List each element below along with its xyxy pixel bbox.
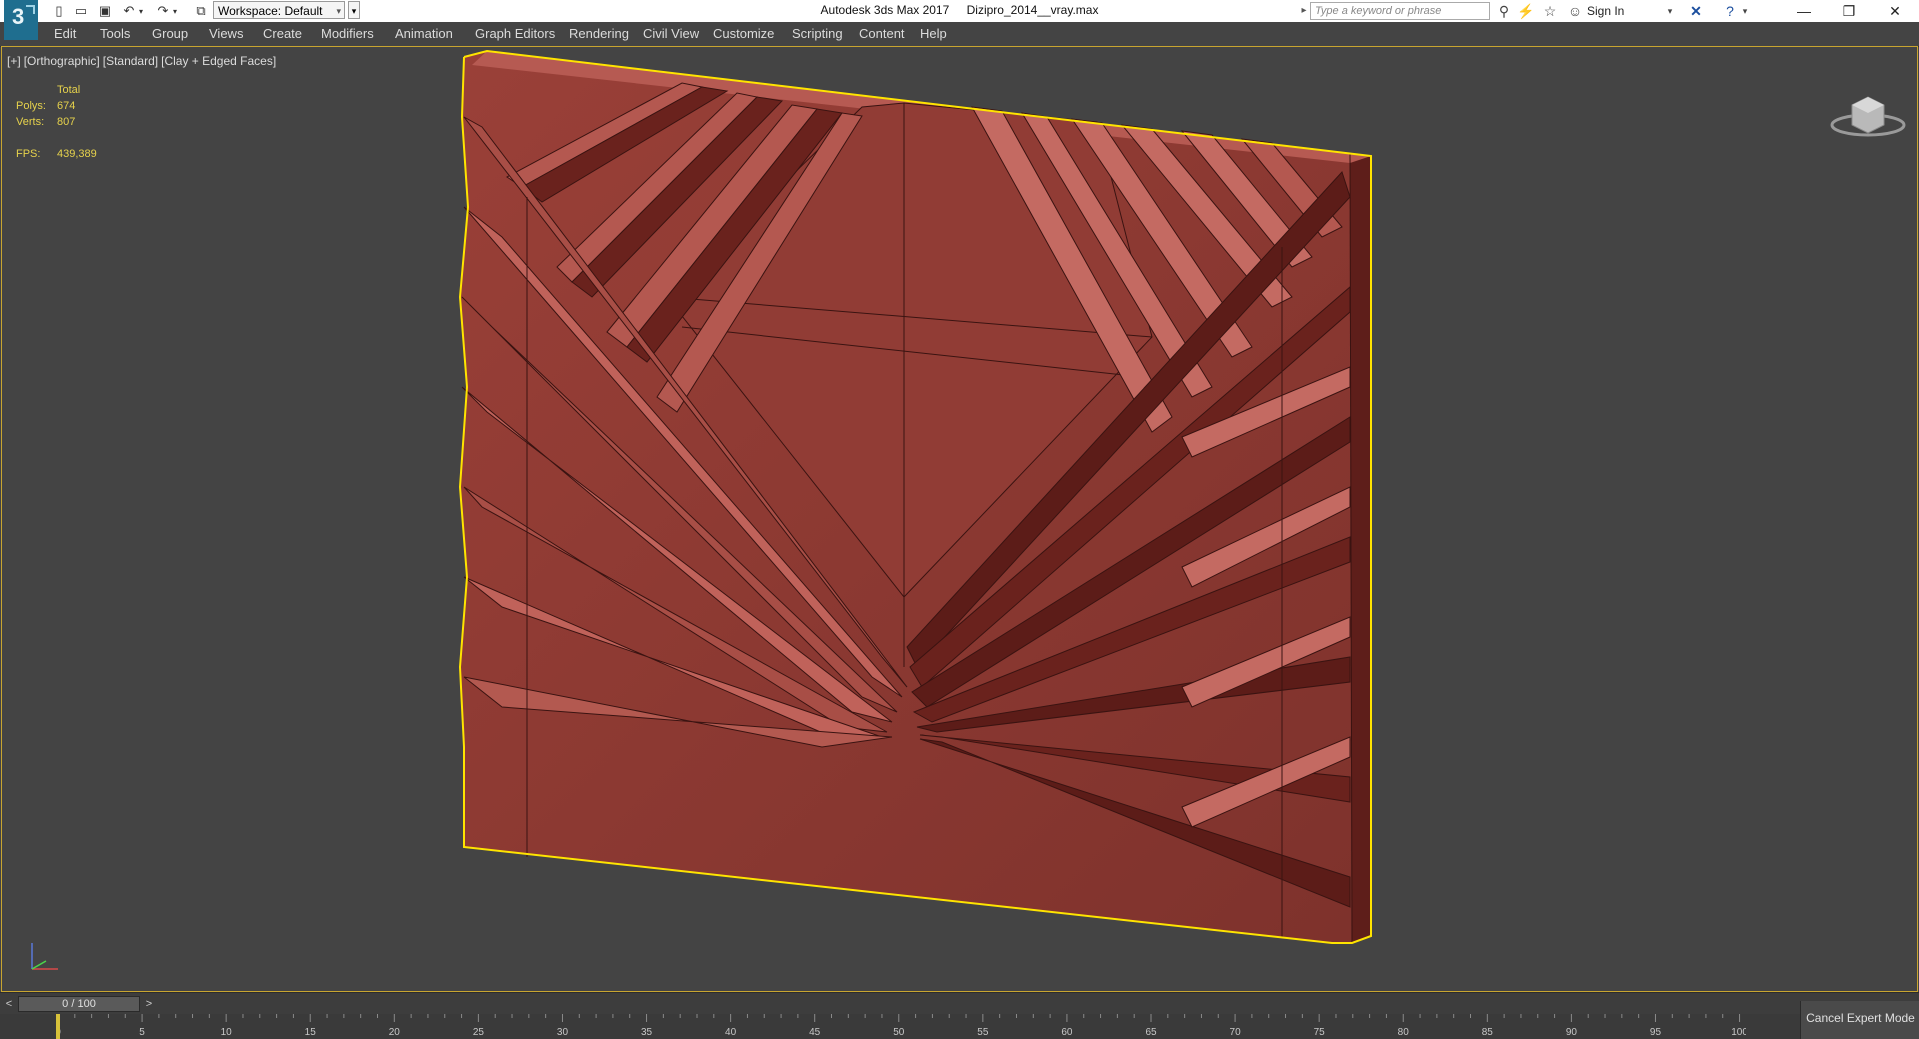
ruler-tick-label: 20 <box>389 1027 401 1038</box>
cancel-expert-mode-button[interactable]: Cancel Expert Mode <box>1800 1001 1919 1039</box>
ruler-tick-label: 15 <box>305 1027 317 1038</box>
time-slider-next-button[interactable]: > <box>142 996 156 1012</box>
ruler-tick-label: 55 <box>977 1027 989 1038</box>
menu-animation[interactable]: Animation <box>395 26 453 41</box>
menu-content[interactable]: Content <box>859 26 905 41</box>
sign-in-dropdown-icon[interactable]: ▾ <box>1665 2 1675 20</box>
ruler-tick-label: 90 <box>1566 1027 1578 1038</box>
menu-create[interactable]: Create <box>263 26 302 41</box>
sign-in-link[interactable]: Sign In <box>1587 4 1624 18</box>
app-title: Autodesk 3ds Max 2017 <box>820 3 950 17</box>
close-icon[interactable]: ✕ <box>1872 0 1918 22</box>
menu-edit[interactable]: Edit <box>54 26 76 41</box>
menu-group[interactable]: Group <box>152 26 188 41</box>
menu-modifiers[interactable]: Modifiers <box>321 26 374 41</box>
help-dropdown-icon[interactable]: ▾ <box>1740 2 1750 20</box>
search-expand-icon[interactable]: ▸ <box>1298 2 1310 20</box>
panel-side-face <box>1350 153 1371 943</box>
ruler-tick-label: 70 <box>1230 1027 1242 1038</box>
restore-icon[interactable]: ❐ <box>1826 0 1872 22</box>
ruler-tick-label: 75 <box>1314 1027 1326 1038</box>
title-bar: ▯ ▭ ▣ ↶ ▾ ↷ ▾ ⧉ Workspace: Default ▾ ▾ A… <box>0 0 1919 22</box>
menu-scripting[interactable]: Scripting <box>792 26 843 41</box>
menu-graph-editors[interactable]: Graph Editors <box>475 26 555 41</box>
help-icon[interactable]: ? <box>1720 2 1740 20</box>
ruler-tick-label: 5 <box>139 1027 145 1038</box>
ruler-tick-label: 80 <box>1398 1027 1410 1038</box>
minimize-icon[interactable]: — <box>1781 0 1827 22</box>
ruler-tick-label: 30 <box>557 1027 569 1038</box>
search-input[interactable]: Type a keyword or phrase <box>1310 2 1490 20</box>
ruler-tick-label: 45 <box>809 1027 821 1038</box>
logo-text: 3 <box>12 4 24 29</box>
binoculars-icon[interactable]: ⚲ <box>1494 2 1514 20</box>
current-frame-marker[interactable] <box>56 1014 60 1039</box>
exchange-apps-icon[interactable]: ✕ <box>1686 2 1706 20</box>
ruler-tick-label: 25 <box>473 1027 485 1038</box>
ruler-tick-label: 40 <box>725 1027 737 1038</box>
time-slider[interactable]: 0 / 100 <box>18 996 140 1012</box>
menu-bar: Edit Tools Group Views Create Modifiers … <box>0 22 1919 47</box>
favorites-star-icon[interactable]: ☆ <box>1540 2 1560 20</box>
communication-center-icon[interactable]: ⚡ <box>1516 2 1536 20</box>
menu-tools[interactable]: Tools <box>100 26 130 41</box>
user-icon: ☺ <box>1567 3 1583 19</box>
file-name: Dizipro_2014__vray.max <box>966 3 1099 17</box>
menu-civil-view[interactable]: Civil View <box>643 26 699 41</box>
menu-customize[interactable]: Customize <box>713 26 774 41</box>
panel-model[interactable] <box>2 47 1919 993</box>
perspective-viewport[interactable]: [+] [Orthographic] [Standard] [Clay + Edged… <box>1 46 1918 992</box>
menu-help[interactable]: Help <box>920 26 947 41</box>
ruler-tick-label: 95 <box>1650 1027 1662 1038</box>
axis-tripod-icon <box>31 943 58 970</box>
app-logo[interactable]: 3 <box>4 0 38 40</box>
time-slider-bar: < 0 / 100 > <box>0 992 1919 1015</box>
viewcube-icon[interactable] <box>1828 77 1908 147</box>
ruler-tick-label: 65 <box>1145 1027 1157 1038</box>
ruler-tick-label: 85 <box>1482 1027 1494 1038</box>
menu-rendering[interactable]: Rendering <box>569 26 629 41</box>
ruler-tick-label: 50 <box>893 1027 905 1038</box>
ruler-tick-label: 10 <box>221 1027 233 1038</box>
window-title: Autodesk 3ds Max 2017 Dizipro_2014__vray… <box>0 3 1919 17</box>
menu-views[interactable]: Views <box>209 26 243 41</box>
track-ruler[interactable]: 0510152025303540455055606570758085909510… <box>56 1014 1746 1039</box>
time-slider-prev-button[interactable]: < <box>2 996 16 1012</box>
ruler-tick-label: 60 <box>1061 1027 1073 1038</box>
ruler-tick-label: 35 <box>641 1027 653 1038</box>
ruler-tick-label: 100 <box>1731 1027 1746 1038</box>
